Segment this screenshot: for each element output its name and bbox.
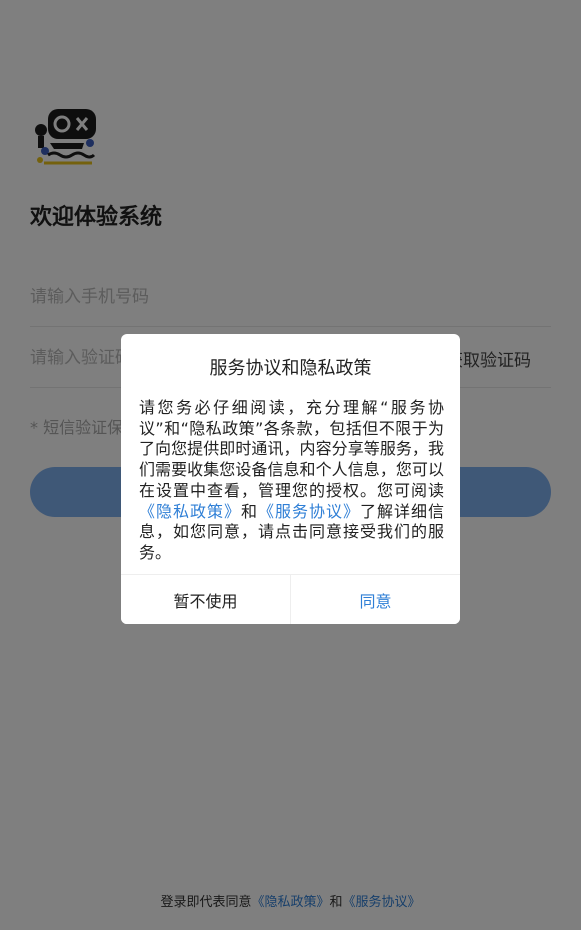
- agree-button[interactable]: 同意: [291, 575, 460, 624]
- dialog-actions: 暂不使用 同意: [121, 574, 460, 624]
- decline-button[interactable]: 暂不使用: [121, 575, 291, 624]
- dialog-body-text-1: 请您务必仔细阅读，充分理解“服务协议”和“隐私政策”各条款，包括但不限于为了向您…: [139, 398, 444, 500]
- dialog-service-link[interactable]: 《服务协议》: [258, 502, 360, 521]
- dialog-and: 和: [240, 501, 258, 521]
- agreement-dialog: 服务协议和隐私政策 请您务必仔细阅读，充分理解“服务协议”和“隐私政策”各条款，…: [121, 334, 460, 624]
- dialog-privacy-link[interactable]: 《隐私政策》: [139, 502, 241, 521]
- dialog-body: 请您务必仔细阅读，充分理解“服务协议”和“隐私政策”各条款，包括但不限于为了向您…: [139, 398, 444, 564]
- dialog-title: 服务协议和隐私政策: [209, 358, 372, 379]
